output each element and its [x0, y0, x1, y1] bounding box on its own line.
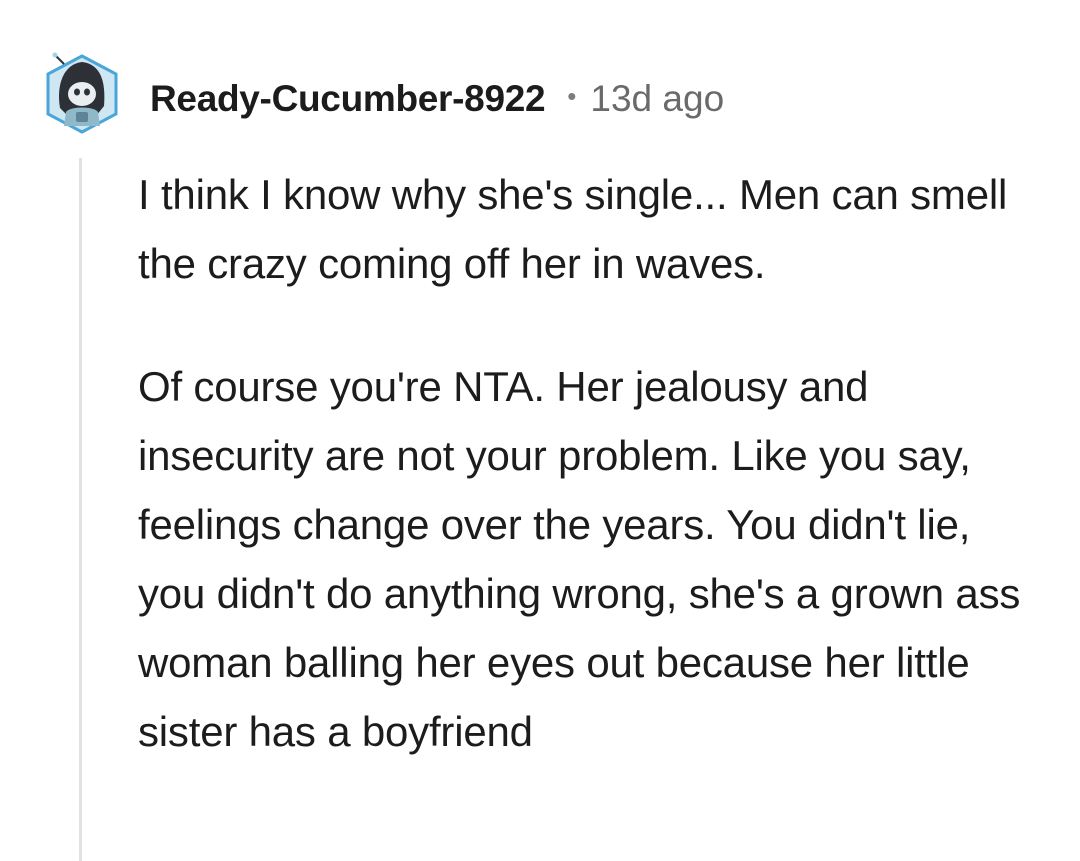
thread-line[interactable]: [79, 158, 82, 861]
comment: Ready-Cucumber-8922 • 13d ago I think I …: [0, 0, 1080, 861]
comment-body: I think I know why she's single... Men c…: [138, 160, 1038, 766]
comment-paragraph: Of course you're NTA. Her jealousy and i…: [138, 363, 1021, 755]
header-separator: •: [567, 80, 577, 111]
comment-timestamp[interactable]: 13d ago: [590, 78, 724, 120]
comment-paragraph: I think I know why she's single... Men c…: [138, 171, 1008, 287]
comment-header: Ready-Cucumber-8922 • 13d ago: [150, 74, 724, 124]
comment-author[interactable]: Ready-Cucumber-8922: [150, 78, 546, 120]
user-avatar-icon[interactable]: [42, 50, 122, 136]
snoo-avatar-icon: [46, 52, 118, 134]
